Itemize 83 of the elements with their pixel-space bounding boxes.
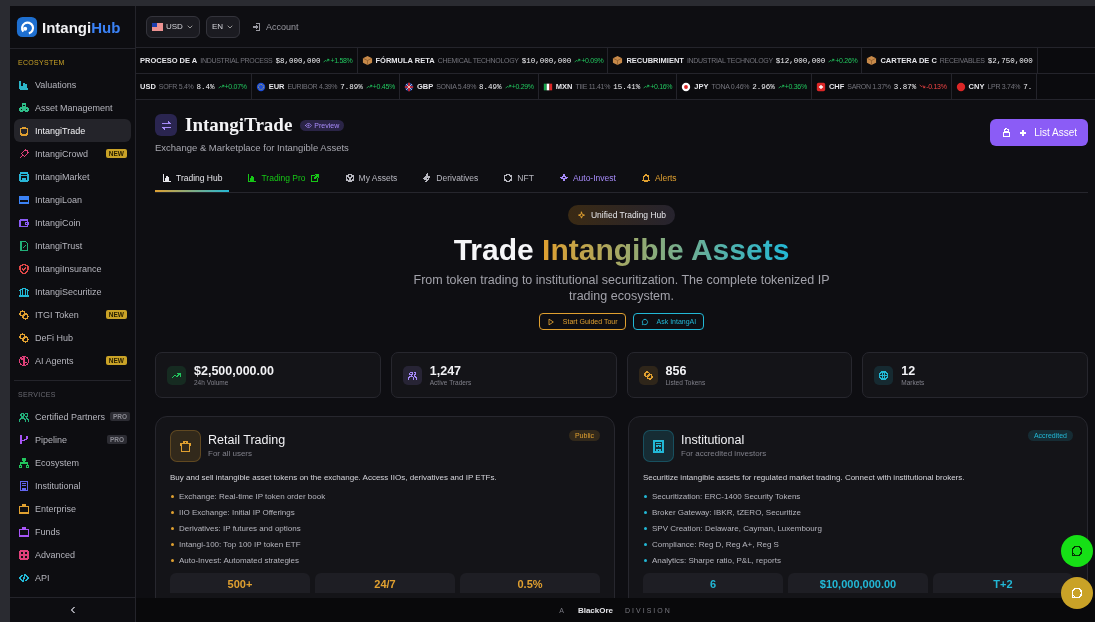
login-icon [252,21,262,32]
feature-item: Broker Gateway: IBKR, tZERO, Securitize [643,506,1073,518]
trend-up-icon [323,57,331,64]
sidebar-item[interactable]: IntangiSecuritize [14,280,131,303]
page-title: IntangiTrade [185,114,293,136]
flag-icon [542,81,553,92]
card-subtitle: For accredited investors [681,449,768,458]
language-select[interactable]: EN [205,15,240,38]
sidebar-item[interactable]: IntangiLoan [14,188,131,211]
trend-up-icon [574,57,582,64]
trend-down-icon [919,83,927,90]
feature-item: Derivatives: IP futures and options [170,522,600,534]
trend-up-icon [777,83,785,90]
flag-icon [403,81,414,92]
account-link[interactable]: Account [252,21,299,32]
sparkle-icon [576,210,586,220]
sidebar-item[interactable]: API [14,566,131,589]
metric-value: T+2 [933,573,1073,593]
page-subtitle: Exchange & Marketplace for Intangible Assets [155,142,350,153]
hero-badge: Unified Trading Hub [567,205,676,225]
flag-icon [681,81,692,92]
card-title: Retail Trading [208,433,287,447]
metric-value: 0.5% [460,573,600,593]
metric-value: 24/7 [315,573,455,593]
sidebar-item[interactable]: IntangiInsurance [14,257,131,280]
card-subtitle: For all users [208,449,253,458]
chat-bubble-icon [1070,586,1084,600]
nav-tab[interactable]: NFT [496,166,541,192]
sidebar-item[interactable]: Advanced [14,543,131,566]
feature-item: Auto-Invest: Automated strategies [170,554,600,566]
card-title: Institutional [681,433,746,447]
flag-icon [152,22,163,31]
sidebar-item[interactable]: Institutional [14,474,131,497]
trend-up-icon [828,57,836,64]
trend-up-icon [365,83,373,90]
sidebar-item[interactable]: Valuations [14,73,131,96]
lock-icon [1001,127,1013,138]
trend-up-icon [217,83,225,90]
sidebar-item[interactable]: Enterprise [14,497,131,520]
flag-icon [955,81,966,92]
hero-subtitle: From token trading to institutional securitization. The complete tokenized IP trading ecosystem. [412,272,831,304]
chat-bubble-icon [1070,544,1084,558]
stat-value: 1,247 [429,364,463,378]
feature-item: Exchange: Real-time IP token order book [170,490,600,502]
metric-value: 6 [643,573,783,593]
list-asset-button[interactable]: List Asset [990,119,1088,146]
sidebar-item[interactable]: DeFi Hub [14,326,131,349]
currency-select[interactable]: USD [146,15,200,38]
flag-icon [815,81,826,92]
nav-tab[interactable]: Trading Hub [155,166,230,192]
app-logo-text: IntangiHub [42,18,121,36]
chat-bubble-icon [640,317,649,326]
card-description: Buy and sell intangible asset tokens on the exchange. Access IIOs, derivatives and IP ETFs. [170,473,498,482]
feature-item: Intangi-100: Top 100 IP token ETF [170,538,600,550]
nav-tab[interactable]: Trading Pro [240,166,327,192]
sidebar-item[interactable]: IntangiTrade [14,119,131,142]
nav-tab[interactable]: Auto-Invest [551,166,623,192]
metric-value: $10,000,000.00 [788,573,928,593]
logo-icon [16,16,38,38]
brand-name: BlackOre [577,605,614,615]
feature-item: Securitization: ERC-1400 Security Tokens [643,490,1073,502]
trend-up-icon [504,83,512,90]
stat-value: $2,500,000.00 [194,364,274,378]
nav-tab[interactable]: Alerts [633,166,684,192]
stat-value: 12 [901,364,917,378]
trend-up-icon [643,83,651,90]
sidebar-item[interactable]: IntangiTrust [14,234,131,257]
feature-item: SPV Creation: Delaware, Cayman, Luxembourg [643,522,1073,534]
play-icon [546,317,555,326]
stat-value: 856 [665,364,688,378]
sidebar-item[interactable]: Asset Management [14,96,131,119]
sidebar-item[interactable]: IntangiCoin [14,211,131,234]
sidebar-item[interactable]: Ecosystem [14,451,131,474]
eye-icon [305,121,313,129]
feature-item: IIO Exchange: Initial IP Offerings [170,506,600,518]
card-description: Securitize intangible assets for regulated market trading. Connect with institutional brokers. [643,473,966,482]
flag-icon [255,81,266,92]
sidebar-item[interactable]: IntangiMarket [14,165,131,188]
nav-tab[interactable]: My Assets [337,166,405,192]
nav-tab[interactable]: Derivatives [415,166,486,192]
metric-value: 500+ [170,573,310,593]
plus-icon [1018,127,1029,138]
sidebar-item[interactable]: Funds [14,520,131,543]
